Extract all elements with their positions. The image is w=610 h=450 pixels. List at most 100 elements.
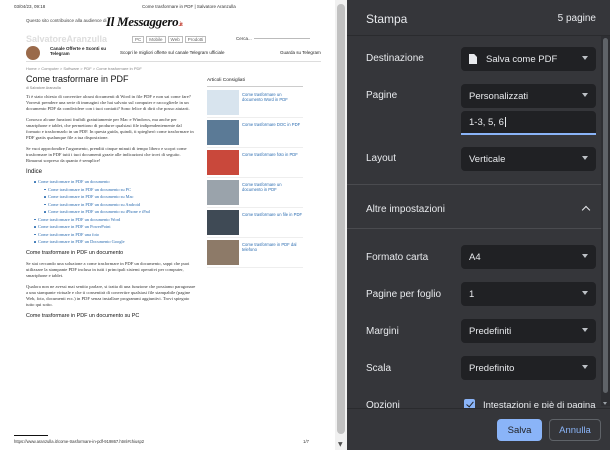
article-caption: Come trasformare in PDF dal telefono [242,242,297,253]
layout-value: Verticale [469,153,506,165]
index-item: Come trasformare in PDF un documento su … [44,201,196,209]
footer-page-number: 1/7 [303,439,309,444]
preview-scrollbar-thumb[interactable] [337,4,345,434]
article-caption: Come trasformare un documento Word in PD… [242,92,288,103]
panel-scrollbar[interactable] [601,36,610,406]
index-list: Come trasformare in PDF un documento Come… [34,178,196,246]
article-paragraph: Conosco alcune funzioni fruibili gratuit… [26,117,194,140]
scale-select[interactable]: Predefinito [461,356,596,380]
telegram-promo: Canale Offerte e Sconti su Telegram Scop… [26,46,321,62]
index-item: Come trasformare in PDF un documento Wor… [34,216,196,224]
panel-scrollbar-thumb[interactable] [603,38,608,393]
layout-select[interactable]: Verticale [461,147,596,171]
header-divider [347,35,610,36]
avatar [26,46,40,60]
site-ghost-logo: SalvatoreAranzulla [26,34,108,44]
document-icon [469,54,477,64]
promo-author: Canale Offerte e Sconti su Telegram [50,46,107,56]
article-caption: Come trasformare DOC in PDF [242,122,301,127]
section-title: Come trasformare in PDF un documento [26,249,124,256]
margins-label: Margini [366,326,399,337]
article-thumbnail [207,210,239,235]
pages-label: Pagine [366,90,398,101]
save-button[interactable]: Salva [497,419,542,441]
site-search: Cerca... [236,36,310,41]
divider [347,228,601,229]
site-nav-item: Prodotti [184,36,207,43]
article-thumbnail [207,240,239,265]
recommended-article: Come trasformare un documento Word in PD… [207,90,303,118]
section-paragraph: Se stai cercando una soluzione a come tr… [26,260,190,278]
destination-value: Salva come PDF [486,53,558,65]
pages-value: Personalizzati [469,90,529,102]
article-title: Come trasformare in PDF [26,74,129,84]
pages-select[interactable]: Personalizzati [461,84,596,108]
pages-per-sheet-value: 1 [469,288,475,300]
pages-per-sheet-label: Pagine per foglio [366,289,442,300]
site-nav-item: PC [132,36,145,43]
section-subtitle: Come trasformare in PDF un documento su … [26,312,140,319]
article-paragraph: Ti è stato chiesto di convertire alcuni … [26,94,191,111]
chevron-down-icon [582,291,588,295]
page-header-title: Come trasformare in PDF | Salvatore Aran… [142,4,236,9]
preview-scrollbar[interactable]: ▼ [335,0,347,450]
breadcrumb: Home > Computer > Software > PDF > Come … [26,66,142,71]
index-title: Indice [26,169,43,175]
chevron-down-icon [582,93,588,97]
site-nav-items: PC Mobile Web Prodotti [132,36,207,43]
promo-text: Scopri le migliori offerte sul canale Te… [120,50,225,55]
article-caption: Come trasformare foto in PDF [242,152,298,157]
destination-select[interactable]: Salva come PDF [461,47,596,71]
article-caption: Come trasformare un file in PDF [242,212,303,217]
article-author: di Salvatore Aranzulla [26,86,61,90]
recommended-article: Come trasformare un file in PDF [207,210,303,238]
paper-size-label: Formato carta [366,252,429,263]
recommended-article: Come trasformare un documento in PDF [207,180,303,208]
article-paragraph: Se vuoi approfondire l'argomento, prendi… [26,146,187,163]
article-thumbnail [207,180,239,205]
more-settings-toggle[interactable]: Altre impostazioni [366,204,445,215]
recommended-article: Come trasformare in PDF dal telefono [207,240,303,268]
scroll-down-icon[interactable]: ▼ [338,441,343,448]
panel-title: Stampa [366,12,408,26]
index-item: Come trasformare in PDF una foto [34,231,196,239]
chevron-down-icon [582,328,588,332]
index-item: Come trasformare in PDF un documento su … [44,193,196,201]
margins-value: Predefiniti [469,325,512,337]
index-item: Come trasformare in PDF un PowerPoint [34,223,196,231]
scroll-down-icon[interactable] [603,402,607,405]
site-nav: SalvatoreAranzulla PC Mobile Web Prodotti C… [26,34,321,44]
cancel-button[interactable]: Annulla [549,419,601,441]
index-item: Come trasformare in PDF un documento [34,178,196,186]
chevron-down-icon [582,156,588,160]
layout-label: Layout [366,153,397,164]
page-header-date: 03/04/23, 09:18 [14,4,46,9]
chevron-down-icon [582,365,588,369]
scale-label: Scala [366,363,392,374]
index-item: Come trasformare in PDF un documento su … [44,208,196,216]
site-nav-item: Mobile [146,36,166,43]
article-thumbnail [207,90,239,115]
pages-per-sheet-select[interactable]: 1 [461,282,596,306]
custom-pages-value: 1-3, 5, 6 [469,116,504,128]
article-body: Ti è stato chiesto di convertire alcuni … [26,94,196,324]
promo-link: Guarda su Telegram [280,50,321,55]
section-paragraph: Qualora non ne avessi mai sentito parlar… [26,283,196,307]
site-header: Questo sito contribuisce alla audience d… [26,14,321,34]
paper-size-select[interactable]: A4 [461,245,596,269]
print-settings-panel: Stampa 5 pagine Destinazione Salva come … [347,0,610,450]
index-item: Come trasformare in PDF un Documento Goo… [34,238,196,246]
site-nav-item: Web [167,36,183,43]
margins-select[interactable]: Predefiniti [461,319,596,343]
index-item: Come trasformare in PDF un documento su … [44,186,196,194]
chevron-up-icon[interactable] [581,205,591,215]
article-caption: Come trasformare un documento in PDF [242,182,282,193]
chevron-down-icon [582,56,588,60]
footer-rule [14,435,48,436]
destination-label: Destinazione [366,53,424,64]
recommended-article: Come trasformare DOC in PDF [207,120,303,148]
custom-pages-input[interactable]: 1-3, 5, 6 [461,111,596,135]
recommended-articles: Articoli Consigliati Come trasformare un… [207,78,303,270]
article-thumbnail [207,120,239,145]
site-logo: Il Messaggero.it [106,14,183,29]
